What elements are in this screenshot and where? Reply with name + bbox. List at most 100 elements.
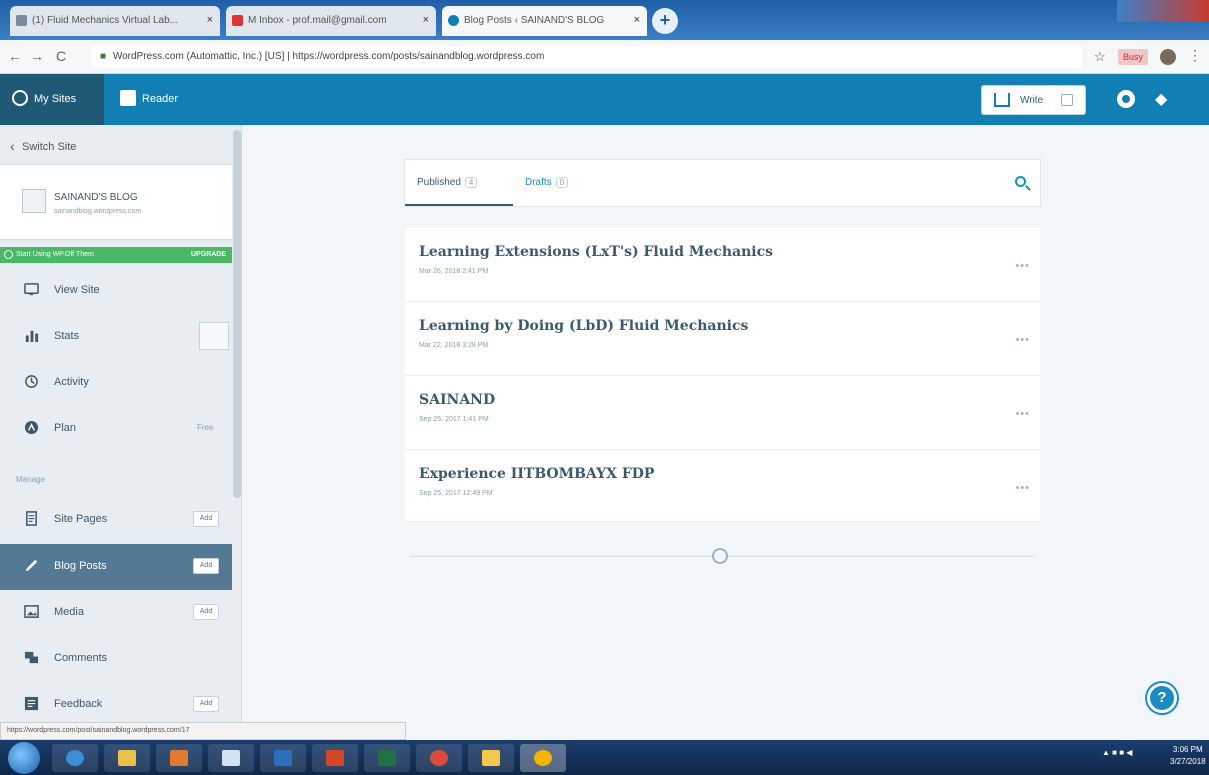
add-media-button[interactable]: Add: [193, 604, 219, 620]
excel-app[interactable]: [364, 744, 410, 772]
sidebar-item-label: Site Pages: [54, 513, 108, 525]
plan-icon: [24, 420, 39, 435]
sidebar-item-blog-posts[interactable]: Blog Posts Add: [0, 544, 232, 590]
switch-site-button[interactable]: ‹ Switch Site: [0, 125, 232, 165]
folder-app[interactable]: [468, 744, 514, 772]
current-site-card[interactable]: SAINAND'S BLOG sainandblog.wordpress.com: [0, 165, 232, 240]
my-sites-button[interactable]: My Sites: [0, 74, 104, 125]
forward-button[interactable]: →: [30, 48, 44, 64]
sidebar-item-view-site[interactable]: View Site: [0, 268, 232, 314]
close-tab-icon[interactable]: ×: [423, 14, 429, 26]
back-button[interactable]: ←: [8, 48, 22, 64]
reader-label: Reader: [142, 93, 179, 105]
browser-tab[interactable]: M Inbox - prof.mail@gmail.com ×: [226, 6, 436, 36]
post-actions-ellipsis-icon[interactable]: •••: [1015, 482, 1030, 494]
browser-tab[interactable]: (1) Fluid Mechanics Virtual Lab... ×: [10, 6, 220, 36]
plan-name: Free: [197, 423, 214, 432]
post-title[interactable]: Experience IITBOMBAYX FDP: [419, 466, 654, 482]
post-item[interactable]: Learning Extensions (LxT's) Fluid Mechan…: [405, 228, 1040, 302]
bar-chart-icon: [25, 330, 39, 343]
os-taskbar: ▲ ■ ■ ◀ 3:06 PM 3/27/2018: [0, 740, 1209, 775]
reader-icon: [120, 90, 136, 106]
sidebar: ‹ Switch Site SAINAND'S BLOG sainandblog…: [0, 125, 242, 740]
powerpoint-app[interactable]: [312, 744, 358, 772]
help-button[interactable]: ?: [1147, 683, 1177, 713]
chrome-app[interactable]: [416, 744, 462, 772]
wordpress-icon: [448, 15, 459, 26]
outlook-app[interactable]: [260, 744, 306, 772]
chrome-icon: [430, 750, 448, 766]
sidebar-item-site-pages[interactable]: Site Pages Add: [0, 497, 232, 543]
site-domain: sainandblog.wordpress.com: [54, 208, 142, 215]
window-controls[interactable]: [1117, 0, 1209, 22]
post-date: Sep 25, 2017 12:49 PM: [419, 490, 493, 497]
notes-app[interactable]: [208, 744, 254, 772]
site-icon: [22, 189, 46, 213]
sidebar-item-plan[interactable]: Plan Free: [0, 406, 232, 452]
upgrade-nudge-text: Start Using WP.Off Them: [16, 251, 94, 258]
tab-count: 0: [555, 177, 569, 188]
notifications-bell-icon[interactable]: ◆: [1155, 89, 1167, 109]
post-date: Mar 22, 2018 3:28 PM: [419, 342, 489, 349]
post-title[interactable]: Learning Extensions (LxT's) Fluid Mechan…: [419, 244, 773, 260]
user-avatar[interactable]: [1117, 90, 1135, 108]
post-actions-ellipsis-icon[interactable]: •••: [1015, 408, 1030, 420]
post-item[interactable]: Learning by Doing (LbD) Fluid Mechanics …: [405, 302, 1040, 376]
upgrade-action[interactable]: UPGRADE: [191, 251, 226, 258]
post-item[interactable]: SAINAND Sep 25, 2017 1:41 PM •••: [405, 376, 1040, 450]
reload-button[interactable]: C: [56, 48, 66, 64]
browser-menu-icon[interactable]: ⋮: [1188, 47, 1202, 64]
post-item[interactable]: Experience IITBOMBAYX FDP Sep 25, 2017 1…: [405, 450, 1040, 522]
history-icon: [25, 375, 38, 388]
bookmark-star-icon[interactable]: ☆: [1094, 49, 1106, 65]
system-tray-icons[interactable]: ▲ ■ ■ ◀: [1102, 748, 1132, 757]
profile-avatar-icon[interactable]: [1160, 49, 1176, 65]
tab-favicon-icon: [16, 15, 27, 26]
sidebar-item-activity[interactable]: Activity: [0, 360, 232, 406]
pages-icon: [26, 511, 37, 526]
sidebar-item-media[interactable]: Media Add: [0, 590, 232, 636]
write-dropdown-icon[interactable]: [1061, 94, 1073, 106]
url-cert-label: WordPress.com (Automattic, Inc.) [US]: [112, 51, 285, 62]
browser-tab-strip: (1) Fluid Mechanics Virtual Lab... × M I…: [0, 0, 1209, 40]
url-input[interactable]: ■ WordPress.com (Automattic, Inc.) [US] …: [92, 46, 1082, 68]
post-actions-ellipsis-icon[interactable]: •••: [1015, 334, 1030, 346]
ie-app[interactable]: [52, 744, 98, 772]
tab-published[interactable]: Published 4: [417, 177, 478, 188]
upgrade-nudge-banner[interactable]: Start Using WP.Off Them UPGRADE: [0, 247, 232, 263]
switch-site-label: Switch Site: [22, 141, 77, 153]
chrome-icon: [534, 750, 552, 766]
start-button[interactable]: [8, 742, 40, 774]
sidebar-item-label: Plan: [54, 422, 77, 434]
clock[interactable]: 3:06 PM 3/27/2018: [1170, 744, 1206, 768]
tab-label: Published: [417, 177, 461, 188]
sidebar-item-comments[interactable]: Comments: [0, 636, 232, 682]
media-app[interactable]: [156, 744, 202, 772]
sidebar-item-stats[interactable]: Stats: [0, 314, 232, 360]
url-text: https://wordpress.com/posts/sainandblog.…: [292, 51, 545, 62]
post-filter-bar: Published 4 Drafts 0: [405, 160, 1040, 206]
active-tab-indicator: [405, 204, 513, 206]
close-tab-icon[interactable]: ×: [634, 14, 640, 26]
new-tab-button[interactable]: +: [652, 8, 678, 34]
post-title[interactable]: Learning by Doing (LbD) Fluid Mechanics: [419, 318, 748, 334]
explorer-app[interactable]: [104, 744, 150, 772]
add-page-button[interactable]: Add: [193, 511, 219, 527]
add-feedback-button[interactable]: Add: [193, 696, 219, 712]
add-post-button[interactable]: Add: [193, 558, 219, 574]
extension-button[interactable]: Busy: [1118, 49, 1148, 65]
close-tab-icon[interactable]: ×: [207, 14, 213, 26]
chevron-left-icon: ‹: [10, 138, 15, 154]
post-title[interactable]: SAINAND: [419, 392, 495, 408]
reader-button[interactable]: Reader: [108, 74, 198, 125]
tab-drafts[interactable]: Drafts 0: [525, 177, 569, 188]
chrome-window-app[interactable]: [520, 744, 566, 772]
write-button[interactable]: Write: [981, 85, 1086, 115]
sidebar-scrollbar[interactable]: [233, 130, 241, 498]
link-status-bar: https://wordpress.com/post/sainandblog.w…: [0, 722, 406, 740]
browser-tab-active[interactable]: Blog Posts ‹ SAINAND'S BLOG ×: [442, 6, 647, 36]
search-icon[interactable]: [1015, 176, 1026, 187]
posts-icon: [25, 559, 38, 572]
manage-heading: Manage: [16, 475, 45, 484]
post-actions-ellipsis-icon[interactable]: •••: [1015, 260, 1030, 272]
